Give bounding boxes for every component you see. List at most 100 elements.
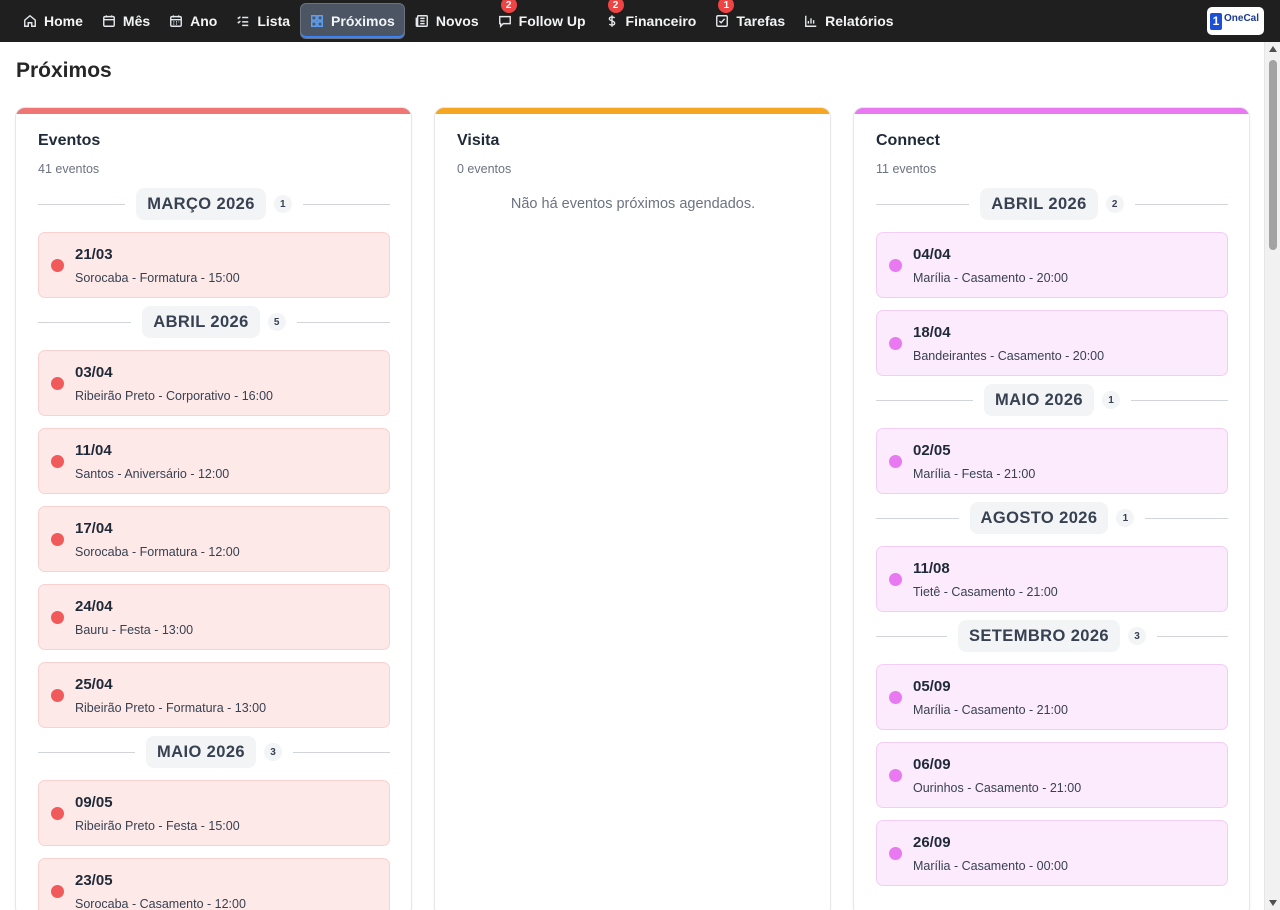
event-description: Tietê - Casamento - 21:00 (913, 585, 1058, 599)
event-date: 25/04 (75, 676, 113, 693)
event-dot-icon (51, 689, 64, 702)
month-divider: ABRIL 2026 2 (876, 188, 1228, 220)
event-card[interactable]: 21/03 Sorocaba - Formatura - 15:00 (38, 232, 390, 298)
month-label: SETEMBRO 2026 (958, 620, 1120, 652)
event-date: 02/05 (913, 442, 951, 459)
dollar-icon (608, 15, 615, 27)
newspaper-icon (415, 15, 428, 28)
page-scrollbar[interactable] (1264, 42, 1280, 910)
calendar-grid-icon (170, 15, 183, 27)
event-card[interactable]: 05/09 Marília - Casamento - 21:00 (876, 664, 1228, 730)
nav-home[interactable]: Home (14, 3, 92, 39)
bar-chart-icon (805, 15, 817, 27)
list-icon (237, 16, 249, 27)
nav-ano[interactable]: Ano (160, 3, 226, 39)
event-date: 23/05 (75, 872, 113, 889)
event-dot-icon (889, 259, 902, 272)
event-card[interactable]: 11/08 Tietê - Casamento - 21:00 (876, 546, 1228, 612)
scrollbar-thumb[interactable] (1269, 60, 1277, 250)
month-label: MARÇO 2026 (136, 188, 266, 220)
nav-label: Tarefas (736, 13, 786, 29)
scroll-down-arrow-icon[interactable] (1269, 900, 1277, 906)
checkbox-icon (716, 15, 729, 27)
event-description: Marília - Festa - 21:00 (913, 467, 1036, 481)
onecal-logo[interactable]: 1 OneCal (1207, 7, 1264, 35)
event-dot-icon (889, 691, 902, 704)
month-label: MAIO 2026 (984, 384, 1094, 416)
column-count: 0 eventos (457, 162, 512, 176)
event-dot-icon (889, 337, 902, 350)
event-list: ABRIL 2026 2 04/04 Marília - Casamento - 20… (876, 188, 1228, 886)
event-card[interactable]: 17/04 Sorocaba - Formatura - 12:00 (38, 506, 390, 572)
event-card[interactable]: 18/04 Bandeirantes - Casamento - 20:00 (876, 310, 1228, 376)
event-card[interactable]: 04/04 Marília - Casamento - 20:00 (876, 232, 1228, 298)
event-card[interactable]: 06/09 Ourinhos - Casamento - 21:00 (876, 742, 1228, 808)
event-date: 17/04 (75, 520, 113, 537)
event-card[interactable]: 11/04 Santos - Aniversário - 12:00 (38, 428, 390, 494)
event-description: Ribeirão Preto - Corporativo - 16:00 (75, 389, 274, 403)
nav-mes[interactable]: Mês (93, 3, 159, 39)
nav-follow-up[interactable]: Follow Up 2 (489, 0, 595, 39)
event-dot-icon (889, 455, 902, 468)
nav-label: Lista (257, 13, 291, 29)
nav-label: Ano (190, 13, 218, 29)
event-description: Sorocaba - Formatura - 15:00 (75, 271, 240, 285)
column-eventos: Eventos 41 eventos MARÇO 2026 1 21/03 Soroc… (15, 107, 412, 910)
month-count-badge: 1 (1101, 391, 1120, 409)
month-count-badge: 2 (1105, 195, 1124, 213)
column-count: 41 eventos (38, 162, 100, 176)
event-card[interactable]: 02/05 Marília - Festa - 21:00 (876, 428, 1228, 494)
event-dot-icon (51, 611, 64, 624)
event-description: Sorocaba - Formatura - 12:00 (75, 545, 240, 559)
column-color-bar (854, 108, 1249, 114)
month-count-badge: 3 (263, 743, 282, 761)
logo-text: OneCal (1224, 13, 1260, 24)
notification-badge: 2 (500, 0, 517, 13)
nav-proximos[interactable]: Próximos (300, 3, 405, 39)
scroll-up-arrow-icon[interactable] (1269, 46, 1277, 52)
column-title: Visita (457, 132, 500, 149)
column-color-bar (435, 108, 830, 114)
column-count: 11 eventos (876, 162, 937, 176)
event-card[interactable]: 03/04 Ribeirão Preto - Corporativo - 16:0… (38, 350, 390, 416)
event-card[interactable]: 23/05 Sorocaba - Casamento - 12:00 (38, 858, 390, 910)
event-date: 03/04 (75, 364, 113, 381)
event-card[interactable]: 25/04 Ribeirão Preto - Formatura - 13:00 (38, 662, 390, 728)
event-date: 05/09 (913, 678, 951, 695)
nav-label: Novos (435, 13, 479, 29)
column-title: Connect (876, 132, 940, 149)
page-title: Próximos (16, 59, 112, 82)
nav-tarefas[interactable]: Tarefas 1 (706, 0, 794, 39)
month-count-badge: 3 (1128, 627, 1146, 645)
event-dot-icon (51, 807, 64, 820)
event-date: 06/09 (913, 756, 951, 773)
notification-badge: 1 (718, 0, 735, 13)
column-color-bar (16, 108, 411, 114)
notification-badge: 2 (607, 0, 624, 13)
month-divider: ABRIL 2026 5 (38, 306, 390, 338)
grid-icon (311, 15, 323, 27)
month-label: AGOSTO 2026 (969, 502, 1109, 534)
nav-label: Próximos (331, 13, 395, 29)
event-date: 26/09 (913, 834, 951, 851)
event-description: Ribeirão Preto - Formatura - 13:00 (75, 701, 267, 715)
event-date: 18/04 (913, 324, 951, 341)
month-divider: MARÇO 2026 1 (38, 188, 390, 220)
nav-label: Relatórios (825, 13, 894, 29)
event-dot-icon (51, 885, 64, 898)
event-list: MARÇO 2026 1 21/03 Sorocaba - Formatura - 1… (38, 188, 390, 910)
event-card[interactable]: 26/09 Marília - Casamento - 00:00 (876, 820, 1228, 886)
event-description: Sorocaba - Casamento - 12:00 (75, 897, 246, 910)
calendar-icon (102, 15, 115, 27)
nav-lista[interactable]: Lista (227, 3, 299, 39)
event-card[interactable]: 24/04 Bauru - Festa - 13:00 (38, 584, 390, 650)
nav-label: Mês (122, 13, 151, 29)
event-date: 04/04 (913, 246, 951, 263)
month-divider: MAIO 2026 3 (38, 736, 390, 768)
nav-novos[interactable]: Novos (406, 3, 488, 39)
event-dot-icon (51, 533, 64, 546)
event-description: Marília - Casamento - 20:00 (913, 271, 1068, 285)
nav-financeiro[interactable]: Financeiro 2 (596, 0, 706, 39)
event-card[interactable]: 09/05 Ribeirão Preto - Festa - 15:00 (38, 780, 390, 846)
nav-relatorios[interactable]: Relatórios (795, 3, 902, 39)
